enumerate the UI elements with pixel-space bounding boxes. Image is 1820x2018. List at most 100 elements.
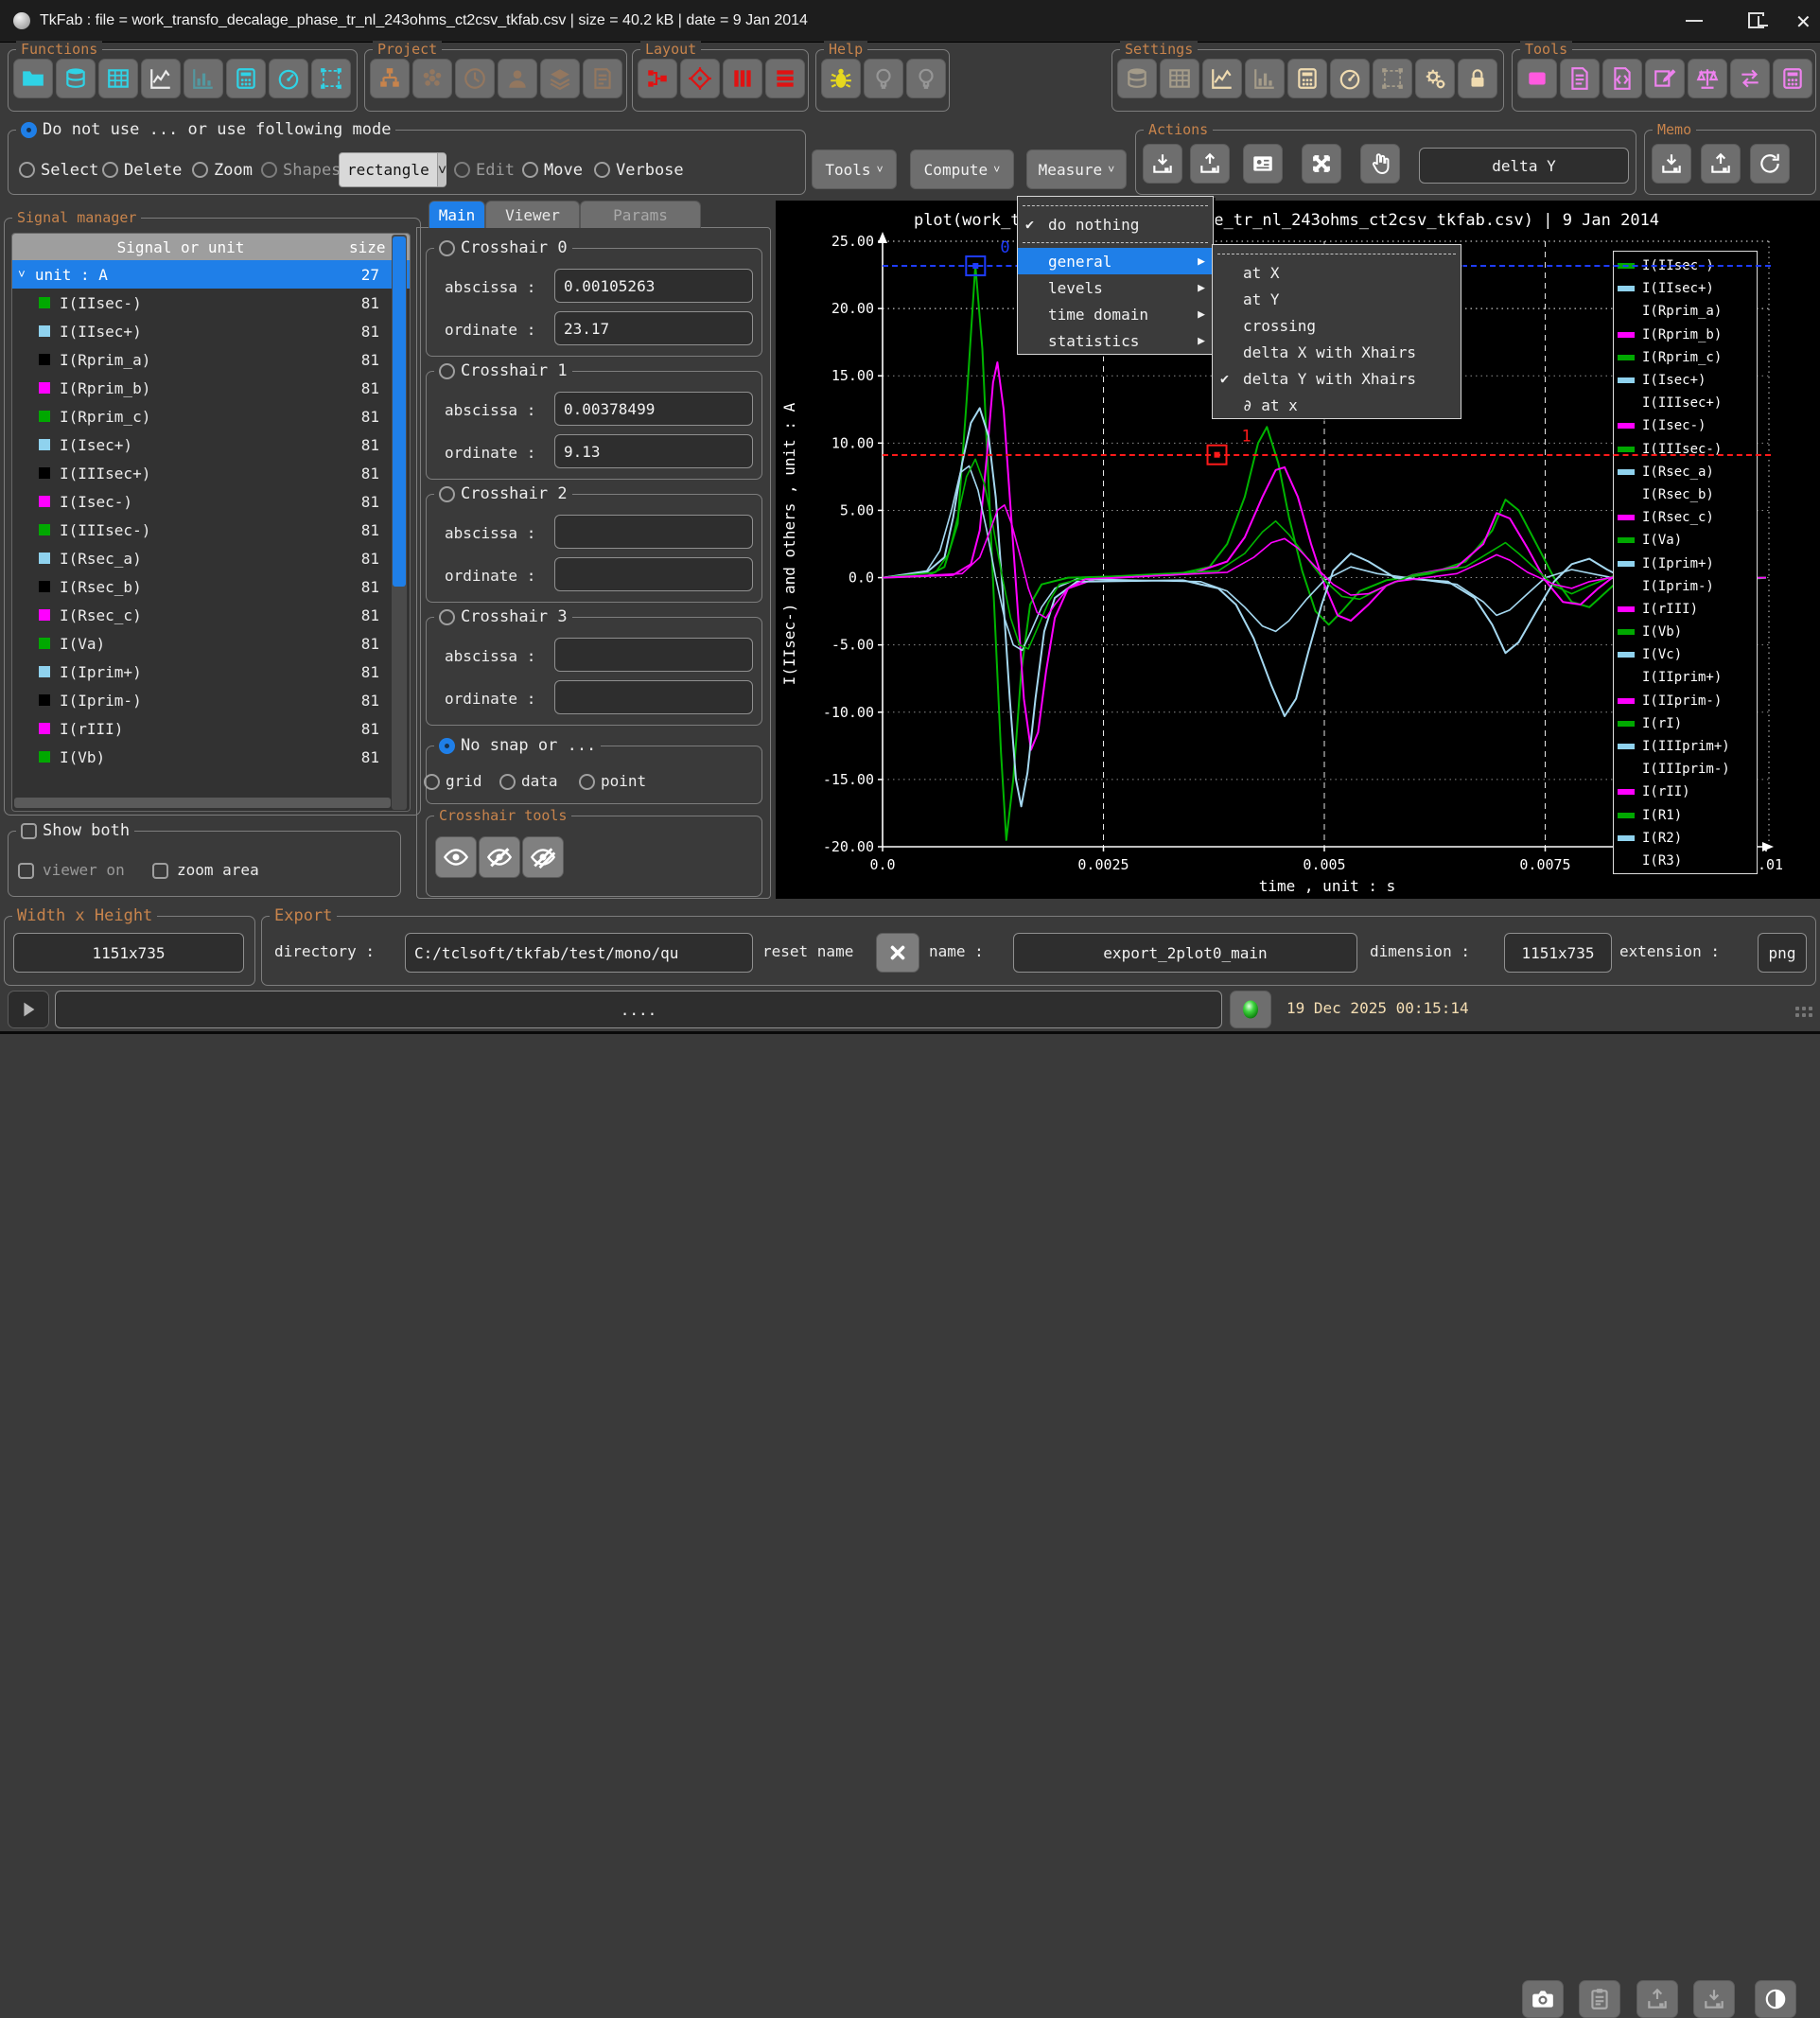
- measure-menu-item-levels[interactable]: levels▶: [1018, 274, 1213, 301]
- tree-button[interactable]: [370, 59, 410, 98]
- crosshair-1-abscissa-field[interactable]: 0.00378499: [554, 392, 753, 426]
- mode-radio-move[interactable]: [522, 162, 538, 178]
- menubutton-tools[interactable]: Tools˅: [812, 149, 897, 189]
- general-submenu-item-crossing[interactable]: crossing: [1213, 312, 1461, 339]
- crosshair-tools-eye-button[interactable]: [435, 836, 477, 878]
- measure-result-field[interactable]: delta Y: [1419, 148, 1629, 184]
- table-grid-button[interactable]: [98, 59, 138, 98]
- general-submenu-item-at-x[interactable]: at X: [1213, 259, 1461, 286]
- rect-filled-button[interactable]: [1517, 59, 1557, 98]
- calculator-button[interactable]: [226, 59, 266, 98]
- calculator-button[interactable]: [1773, 59, 1812, 98]
- signal-row-I(rIII)[interactable]: I(rIII) 81: [12, 714, 410, 743]
- signal-row-I(Isec+)[interactable]: I(Isec+) 81: [12, 430, 410, 459]
- rows-button[interactable]: [765, 59, 805, 98]
- signal-row-I(Rsec_c)[interactable]: I(Rsec_c) 81: [12, 601, 410, 629]
- folder-open-button[interactable]: [13, 59, 53, 98]
- pencil-button[interactable]: [1645, 59, 1685, 98]
- signal-group-row-unit-A[interactable]: ˅ unit : A 27: [12, 260, 410, 289]
- note-button[interactable]: [583, 59, 622, 98]
- signal-hscrollbar[interactable]: [14, 798, 391, 808]
- gauge-button[interactable]: [269, 59, 308, 98]
- snap-radio-point[interactable]: [579, 774, 595, 790]
- tab-viewer[interactable]: Viewer: [485, 201, 580, 228]
- line-chart-button[interactable]: [141, 59, 181, 98]
- actions-expand-button[interactable]: [1302, 144, 1341, 184]
- database-button[interactable]: [56, 59, 96, 98]
- signal-row-I(Vb)[interactable]: I(Vb) 81: [12, 743, 410, 771]
- export-name-field[interactable]: export_2plot0_main: [1013, 933, 1357, 973]
- signal-row-I(Isec-)[interactable]: I(Isec-) 81: [12, 487, 410, 516]
- document-button[interactable]: [1560, 59, 1600, 98]
- flower-button[interactable]: [412, 59, 452, 98]
- chevron-expanded-icon[interactable]: ˅: [18, 268, 26, 282]
- bar-chart-button[interactable]: [1245, 59, 1285, 98]
- person-button[interactable]: [498, 59, 537, 98]
- resize-grip[interactable]: [1795, 1007, 1812, 1017]
- line-chart-button[interactable]: [1202, 59, 1242, 98]
- status-led-button[interactable]: [1230, 991, 1271, 1028]
- crosshair-0-ordinate-field[interactable]: 23.17: [554, 311, 753, 345]
- crosshair-3-ordinate-field[interactable]: [554, 680, 753, 714]
- snap-radio-grid[interactable]: [424, 774, 440, 790]
- status-clipboard-button[interactable]: [1579, 1980, 1620, 2018]
- bug-button[interactable]: [821, 59, 861, 98]
- lock-button[interactable]: [1458, 59, 1497, 98]
- gears-button[interactable]: [1415, 59, 1455, 98]
- tab-params[interactable]: Params: [580, 201, 701, 228]
- snap-radio-data[interactable]: [499, 774, 516, 790]
- measure-menu-item-general[interactable]: general▶: [1018, 248, 1213, 274]
- general-submenu-item--at-x[interactable]: ∂ at x: [1213, 392, 1461, 418]
- actions-hand-button[interactable]: [1360, 144, 1400, 184]
- crosshair-1-line[interactable]: [883, 454, 1771, 456]
- crosshair-0-radio[interactable]: [439, 240, 455, 256]
- signal-row-I(Iprim-)[interactable]: I(Iprim-) 81: [12, 686, 410, 714]
- select-region-button[interactable]: [1373, 59, 1412, 98]
- crosshair-2-ordinate-field[interactable]: [554, 557, 753, 591]
- signal-row-I(IIsec+)[interactable]: I(IIsec+) 81: [12, 317, 410, 345]
- calculator-button[interactable]: [1287, 59, 1327, 98]
- scales-button[interactable]: [1688, 59, 1727, 98]
- menubutton-compute[interactable]: Compute˅: [910, 149, 1014, 189]
- run-button[interactable]: [8, 991, 49, 1028]
- signal-row-I(IIsec-)[interactable]: I(IIsec-) 81: [12, 289, 410, 317]
- viewer-on-checkbox[interactable]: [18, 863, 34, 879]
- crosshair-1-ordinate-field[interactable]: 9.13: [554, 434, 753, 468]
- extension-field[interactable]: png: [1758, 933, 1807, 973]
- crosshair-2-abscissa-field[interactable]: [554, 515, 753, 549]
- mode-radio-edit[interactable]: [454, 162, 470, 178]
- do-not-use-radio[interactable]: [21, 122, 37, 138]
- signal-list-header[interactable]: Signal or unit size: [12, 234, 410, 260]
- clock-button[interactable]: [455, 59, 495, 98]
- status-upload-button[interactable]: [1636, 1980, 1678, 2018]
- mode-radio-shapes[interactable]: [261, 162, 277, 178]
- crosshair-1-radio[interactable]: [439, 363, 455, 379]
- zoom-area-checkbox[interactable]: [152, 863, 168, 879]
- status-toggle-button[interactable]: [1755, 1980, 1796, 2018]
- crosshair-3-radio[interactable]: [439, 609, 455, 625]
- status-camera-button[interactable]: [1522, 1980, 1564, 2018]
- swap-button[interactable]: [1730, 59, 1770, 98]
- signal-row-I(IIIsec-)[interactable]: I(IIIsec-) 81: [12, 516, 410, 544]
- general-submenu-item-at-y[interactable]: at Y: [1213, 286, 1461, 312]
- memo-download-button[interactable]: [1652, 144, 1691, 184]
- branch-button[interactable]: [638, 59, 677, 98]
- status-download-button[interactable]: [1693, 1980, 1735, 2018]
- signal-vscrollbar-thumb[interactable]: [393, 237, 406, 587]
- actions-upload-button[interactable]: [1190, 144, 1230, 184]
- target-button[interactable]: [680, 59, 720, 98]
- crosshair-tools-eye-off-2-button[interactable]: [522, 836, 564, 878]
- shape-combobox[interactable]: rectangle ˅: [339, 152, 446, 187]
- measure-menu-item-do-nothing[interactable]: ✔ do nothing: [1018, 211, 1213, 237]
- memo-refresh-button[interactable]: [1750, 144, 1790, 184]
- crosshair-tools-eye-off-button[interactable]: [479, 836, 520, 878]
- layers-button[interactable]: [540, 59, 580, 98]
- menubutton-measure[interactable]: Measure˅: [1026, 149, 1127, 189]
- minimize-icon[interactable]: [1686, 20, 1703, 22]
- chevron-down-icon[interactable]: ˅: [437, 153, 447, 186]
- signal-row-I(Va)[interactable]: I(Va) 81: [12, 629, 410, 658]
- doc-code-button[interactable]: [1602, 59, 1642, 98]
- general-submenu-item-delta-y-with-xhairs[interactable]: ✔ delta Y with Xhairs: [1213, 365, 1461, 392]
- menu-tearoff[interactable]: [1023, 201, 1208, 206]
- database-button[interactable]: [1117, 59, 1157, 98]
